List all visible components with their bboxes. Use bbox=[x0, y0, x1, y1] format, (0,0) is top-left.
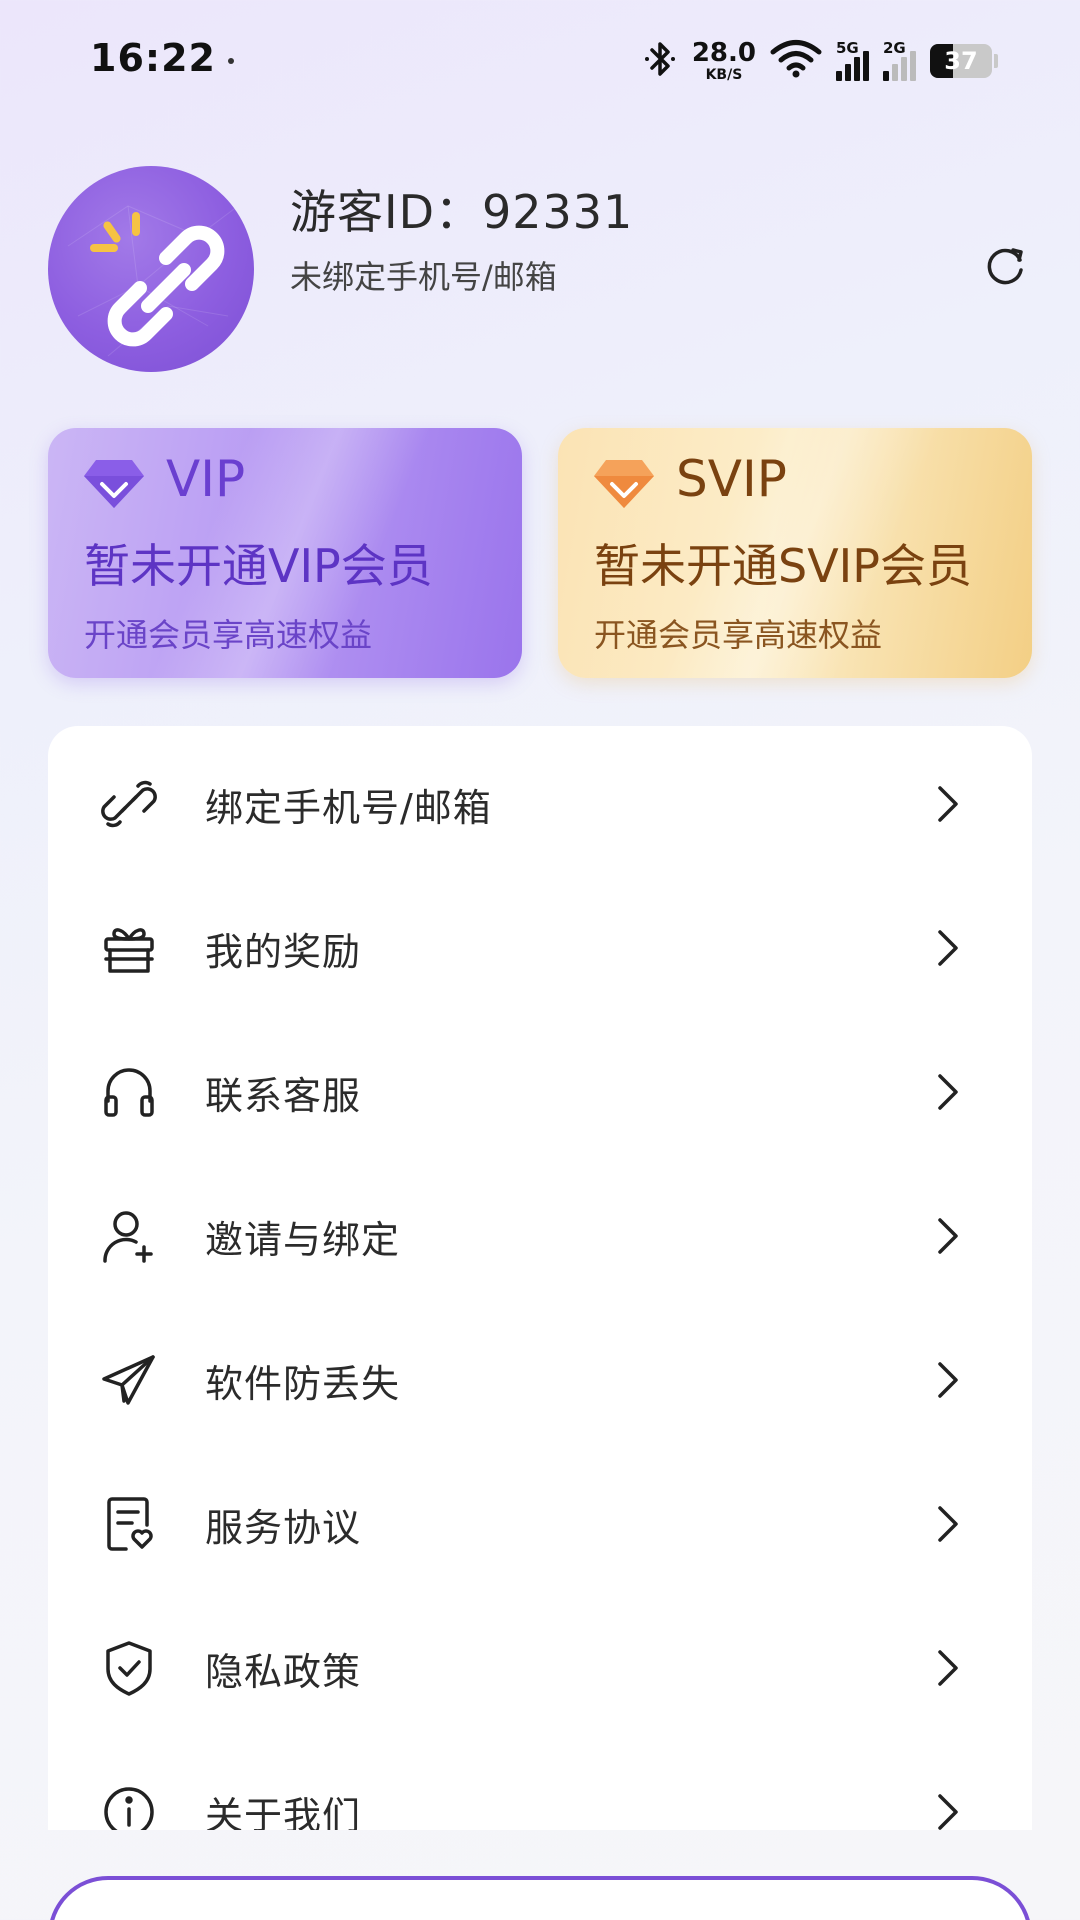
vip-tier-label: VIP bbox=[166, 450, 246, 508]
signal-5g-label: 5G bbox=[836, 39, 859, 57]
chevron-right-icon bbox=[930, 1212, 966, 1260]
bind-status: 未绑定手机号/邮箱 bbox=[290, 258, 557, 296]
refresh-icon bbox=[987, 248, 1023, 285]
vip-headline: 暂未开通VIP会员 bbox=[84, 539, 433, 593]
status-bar: 16:22 28.0 KB/S 5G 2G 37 bbox=[0, 0, 1080, 120]
profile-header: 游客ID：92331 未绑定手机号/邮箱 bbox=[48, 166, 1038, 376]
headset-icon bbox=[98, 1061, 160, 1123]
send-icon bbox=[98, 1349, 160, 1411]
signal-2g-icon: 2G bbox=[883, 39, 916, 81]
network-speed: 28.0 KB/S bbox=[692, 40, 756, 82]
user-plus-icon bbox=[98, 1205, 160, 1267]
menu-item-about-us[interactable]: 关于我们 bbox=[48, 1740, 1032, 1830]
menu-item-label: 我的奖励 bbox=[205, 929, 362, 974]
bottom-action-button[interactable] bbox=[48, 1876, 1032, 1920]
diamond-icon bbox=[84, 460, 144, 508]
bluetooth-icon bbox=[644, 39, 678, 83]
status-time: 16:22 bbox=[90, 36, 216, 80]
chevron-right-icon bbox=[930, 780, 966, 828]
refresh-button[interactable] bbox=[980, 240, 1030, 290]
diamond-icon bbox=[594, 460, 654, 508]
svip-tier-label: SVIP bbox=[676, 450, 787, 508]
menu-item-privacy-policy[interactable]: 隐私政策 bbox=[48, 1596, 1032, 1740]
chevron-right-icon bbox=[930, 1068, 966, 1116]
menu-item-label: 隐私政策 bbox=[205, 1649, 362, 1694]
guest-id: 游客ID：92331 bbox=[290, 185, 634, 239]
chevron-right-icon bbox=[930, 1356, 966, 1404]
battery-cap bbox=[994, 54, 998, 68]
signal-2g-label: 2G bbox=[883, 39, 906, 57]
chevron-right-icon bbox=[930, 1644, 966, 1692]
status-icons: 28.0 KB/S 5G 2G 37 bbox=[644, 36, 998, 86]
chevron-right-icon bbox=[930, 1788, 966, 1830]
menu-item-label: 软件防丢失 bbox=[205, 1361, 401, 1406]
menu-item-label: 绑定手机号/邮箱 bbox=[205, 785, 492, 830]
svip-card[interactable]: SVIP 暂未开通SVIP会员 开通会员享高速权益 bbox=[558, 428, 1032, 678]
menu-item-label: 联系客服 bbox=[205, 1073, 362, 1118]
app-link-logo-icon bbox=[67, 205, 239, 357]
shield-check-icon bbox=[98, 1637, 160, 1699]
menu-item-service-agreement[interactable]: 服务协议 bbox=[48, 1452, 1032, 1596]
chevron-right-icon bbox=[930, 924, 966, 972]
vip-card[interactable]: VIP 暂未开通VIP会员 开通会员享高速权益 bbox=[48, 428, 522, 678]
wifi-icon bbox=[770, 39, 822, 83]
menu-item-invite[interactable]: 邀请与绑定 bbox=[48, 1164, 1032, 1308]
signal-5g-icon: 5G bbox=[836, 39, 869, 81]
svip-description: 开通会员享高速权益 bbox=[594, 616, 883, 654]
network-speed-value: 28.0 bbox=[691, 38, 756, 68]
menu-item-label: 邀请与绑定 bbox=[205, 1217, 401, 1262]
menu-item-rewards[interactable]: 我的奖励 bbox=[48, 876, 1032, 1020]
menu-item-label: 服务协议 bbox=[205, 1505, 362, 1550]
menu-panel: 绑定手机号/邮箱 我的奖励 联系客服 邀请与绑定 软件防丢失 服务协议 隐私政策… bbox=[48, 726, 1032, 1830]
svip-headline: 暂未开通SVIP会员 bbox=[594, 539, 972, 593]
menu-item-anti-loss[interactable]: 软件防丢失 bbox=[48, 1308, 1032, 1452]
link-icon bbox=[98, 773, 160, 835]
menu-item-customer-service[interactable]: 联系客服 bbox=[48, 1020, 1032, 1164]
notification-dot bbox=[228, 58, 234, 64]
menu-item-bind-account[interactable]: 绑定手机号/邮箱 bbox=[48, 732, 1032, 876]
battery-level: 37 bbox=[944, 47, 978, 75]
battery-icon: 37 bbox=[930, 44, 992, 78]
menu-item-label: 关于我们 bbox=[205, 1793, 362, 1831]
network-speed-unit: KB/S bbox=[705, 67, 743, 83]
document-icon bbox=[98, 1493, 160, 1555]
gift-icon bbox=[98, 917, 160, 979]
info-icon bbox=[98, 1781, 160, 1830]
chevron-right-icon bbox=[930, 1500, 966, 1548]
avatar[interactable] bbox=[48, 166, 254, 372]
vip-description: 开通会员享高速权益 bbox=[84, 616, 373, 654]
